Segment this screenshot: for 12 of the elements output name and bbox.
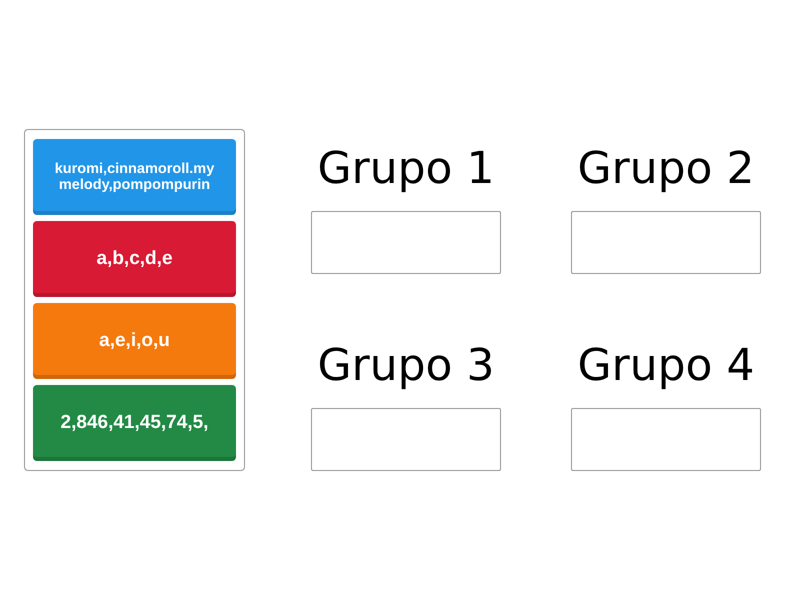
- answer-card[interactable]: a,e,i,o,u: [33, 303, 236, 379]
- group-title: Grupo 1: [318, 142, 494, 196]
- drop-zone[interactable]: [311, 211, 501, 274]
- drop-zone[interactable]: [571, 211, 761, 274]
- group-title: Grupo 3: [318, 339, 494, 393]
- group-title: Grupo 4: [578, 339, 754, 393]
- drop-zone[interactable]: [571, 408, 761, 471]
- answer-card[interactable]: 2,846,41,45,74,5,: [33, 385, 236, 461]
- group-title: Grupo 2: [578, 142, 754, 196]
- answer-card[interactable]: kuromi,cinnamoroll.my melody,pompompurin: [33, 139, 236, 215]
- answer-card[interactable]: a,b,c,d,e: [33, 221, 236, 297]
- drop-zone[interactable]: [311, 408, 501, 471]
